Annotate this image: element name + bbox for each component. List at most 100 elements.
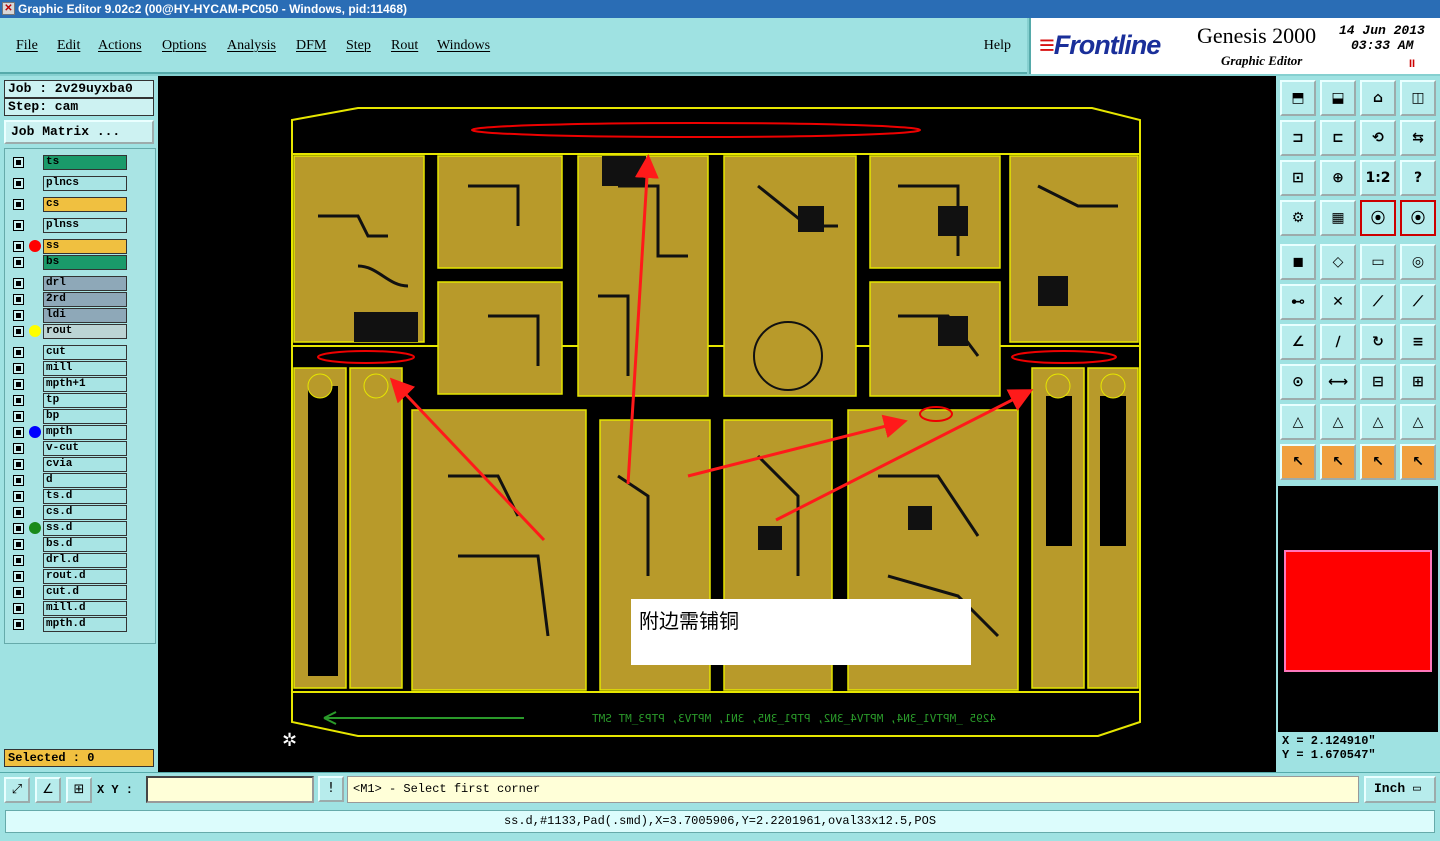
- warning-icon[interactable]: !: [318, 776, 344, 802]
- layer-row-mpth[interactable]: mpth: [9, 425, 127, 440]
- layer-checkbox[interactable]: [13, 411, 24, 422]
- layer-checkbox[interactable]: [13, 555, 24, 566]
- menu-actions[interactable]: Actions: [98, 38, 142, 54]
- layer-switch-icon[interactable]: ⦿: [1400, 200, 1436, 236]
- layer-name[interactable]: 2rd: [43, 292, 127, 307]
- layer-row-bs[interactable]: bs: [9, 255, 127, 270]
- layer-name[interactable]: cut: [43, 345, 127, 360]
- layer-row-cs[interactable]: cs: [9, 197, 127, 212]
- layer-row-cs.d[interactable]: cs.d: [9, 505, 127, 520]
- layer-checkbox[interactable]: [13, 587, 24, 598]
- layer-swap-icon[interactable]: ⦿: [1360, 200, 1396, 236]
- layer-name[interactable]: mpth: [43, 425, 127, 440]
- menu-file[interactable]: File: [16, 38, 38, 54]
- center-icon[interactable]: ⊕: [1320, 160, 1356, 196]
- layer-checkbox[interactable]: [13, 459, 24, 470]
- menu-help[interactable]: Help: [984, 38, 1011, 54]
- pointer-icon[interactable]: ↖: [1280, 444, 1316, 480]
- layer-checkbox[interactable]: [13, 326, 24, 337]
- layer-checkbox[interactable]: [13, 603, 24, 614]
- layer-checkbox[interactable]: [13, 539, 24, 550]
- pointer-move-icon[interactable]: ↖: [1360, 444, 1396, 480]
- help-icon[interactable]: ?: [1400, 160, 1436, 196]
- layer-row-2rd[interactable]: 2rd: [9, 292, 127, 307]
- layer-checkbox[interactable]: [13, 363, 24, 374]
- layer-name[interactable]: plnss: [43, 218, 127, 233]
- layer-name[interactable]: ts: [43, 155, 127, 170]
- layer-row-plncs[interactable]: plncs: [9, 176, 127, 191]
- menu-analysis[interactable]: Analysis: [227, 38, 276, 54]
- rotate-icon[interactable]: ↻: [1360, 324, 1396, 360]
- pan-icon[interactable]: ⟲: [1360, 120, 1396, 156]
- fit-icon[interactable]: ⊡: [1280, 160, 1316, 196]
- snap-icon[interactable]: ⤢: [4, 777, 30, 803]
- layer-name[interactable]: bs.d: [43, 537, 127, 552]
- xy-input[interactable]: [146, 776, 314, 803]
- layer-name[interactable]: v-cut: [43, 441, 127, 456]
- group-icon[interactable]: ⊞: [1400, 364, 1436, 400]
- layer-checkbox[interactable]: [13, 347, 24, 358]
- split-icon[interactable]: ⟷: [1320, 364, 1356, 400]
- menu-rout[interactable]: Rout: [391, 38, 418, 54]
- layer-row-ss[interactable]: ss: [9, 239, 127, 254]
- fit-board-icon[interactable]: ⬒: [1280, 80, 1316, 116]
- layer-name[interactable]: mpth.d: [43, 617, 127, 632]
- triangle-a-icon[interactable]: △: [1280, 404, 1316, 440]
- layer-row-ss.d[interactable]: ss.d: [9, 521, 127, 536]
- zoom-out-icon[interactable]: ⊏: [1320, 120, 1356, 156]
- layer-row-rout[interactable]: rout: [9, 324, 127, 339]
- snap-node-icon[interactable]: ⊷: [1280, 284, 1316, 320]
- layer-name[interactable]: bs: [43, 255, 127, 270]
- layer-name[interactable]: cut.d: [43, 585, 127, 600]
- line-end-icon[interactable]: ⟋: [1360, 284, 1396, 320]
- layer-row-drl[interactable]: drl: [9, 276, 127, 291]
- graphic-canvas[interactable]: 4295 _MPTV1_3N4, MPTV4_3N2, PTP1_3N5, 3N…: [158, 76, 1276, 772]
- layer-name[interactable]: ldi: [43, 308, 127, 323]
- house-icon[interactable]: ⌂: [1360, 80, 1396, 116]
- layer-name[interactable]: drl: [43, 276, 127, 291]
- app-icon[interactable]: ✕: [2, 2, 15, 15]
- slope-icon[interactable]: ∕: [1320, 324, 1356, 360]
- menu-dfm[interactable]: DFM: [296, 38, 326, 54]
- layer-checkbox[interactable]: [13, 443, 24, 454]
- layer-name[interactable]: rout.d: [43, 569, 127, 584]
- layer-name[interactable]: cs: [43, 197, 127, 212]
- layer-row-mill.d[interactable]: mill.d: [9, 601, 127, 616]
- layer-name[interactable]: ss: [43, 239, 127, 254]
- layer-name[interactable]: tp: [43, 393, 127, 408]
- pointer-box-icon[interactable]: ↖: [1320, 444, 1356, 480]
- layer-checkbox[interactable]: [13, 278, 24, 289]
- layer-row-drl.d[interactable]: drl.d: [9, 553, 127, 568]
- measure-icon[interactable]: ∠: [35, 777, 61, 803]
- layer-name[interactable]: drl.d: [43, 553, 127, 568]
- tool-settings-icon[interactable]: ⚙: [1280, 200, 1316, 236]
- grid-icon[interactable]: ⊞: [66, 777, 92, 803]
- units-select[interactable]: Inch ▭: [1364, 776, 1436, 803]
- arc-end-icon[interactable]: ⟋: [1400, 284, 1436, 320]
- layer-name[interactable]: ts.d: [43, 489, 127, 504]
- layer-name[interactable]: mill: [43, 361, 127, 376]
- pause-icon[interactable]: II: [1409, 58, 1415, 70]
- layer-checkbox[interactable]: [13, 310, 24, 321]
- layer-name[interactable]: plncs: [43, 176, 127, 191]
- zoom-in-icon[interactable]: ⊐: [1280, 120, 1316, 156]
- layer-row-mpth+1[interactable]: mpth+1: [9, 377, 127, 392]
- layer-row-bs.d[interactable]: bs.d: [9, 537, 127, 552]
- layer-row-d[interactable]: d: [9, 473, 127, 488]
- triangle-c-icon[interactable]: △: [1360, 404, 1396, 440]
- window-icon[interactable]: ◫: [1400, 80, 1436, 116]
- connect-icon[interactable]: ⊙: [1280, 364, 1316, 400]
- layer-row-ts.d[interactable]: ts.d: [9, 489, 127, 504]
- layer-checkbox[interactable]: [13, 507, 24, 518]
- layer-name[interactable]: cvia: [43, 457, 127, 472]
- layer-name[interactable]: bp: [43, 409, 127, 424]
- layer-checkbox[interactable]: [13, 257, 24, 268]
- layer-checkbox[interactable]: [13, 220, 24, 231]
- polygon-icon[interactable]: ◇: [1320, 244, 1356, 280]
- layer-checkbox[interactable]: [13, 157, 24, 168]
- layer-row-v-cut[interactable]: v-cut: [9, 441, 127, 456]
- layer-checkbox[interactable]: [13, 523, 24, 534]
- layer-row-cvia[interactable]: cvia: [9, 457, 127, 472]
- cross-icon[interactable]: ✕: [1320, 284, 1356, 320]
- select-icon[interactable]: ◼: [1280, 244, 1316, 280]
